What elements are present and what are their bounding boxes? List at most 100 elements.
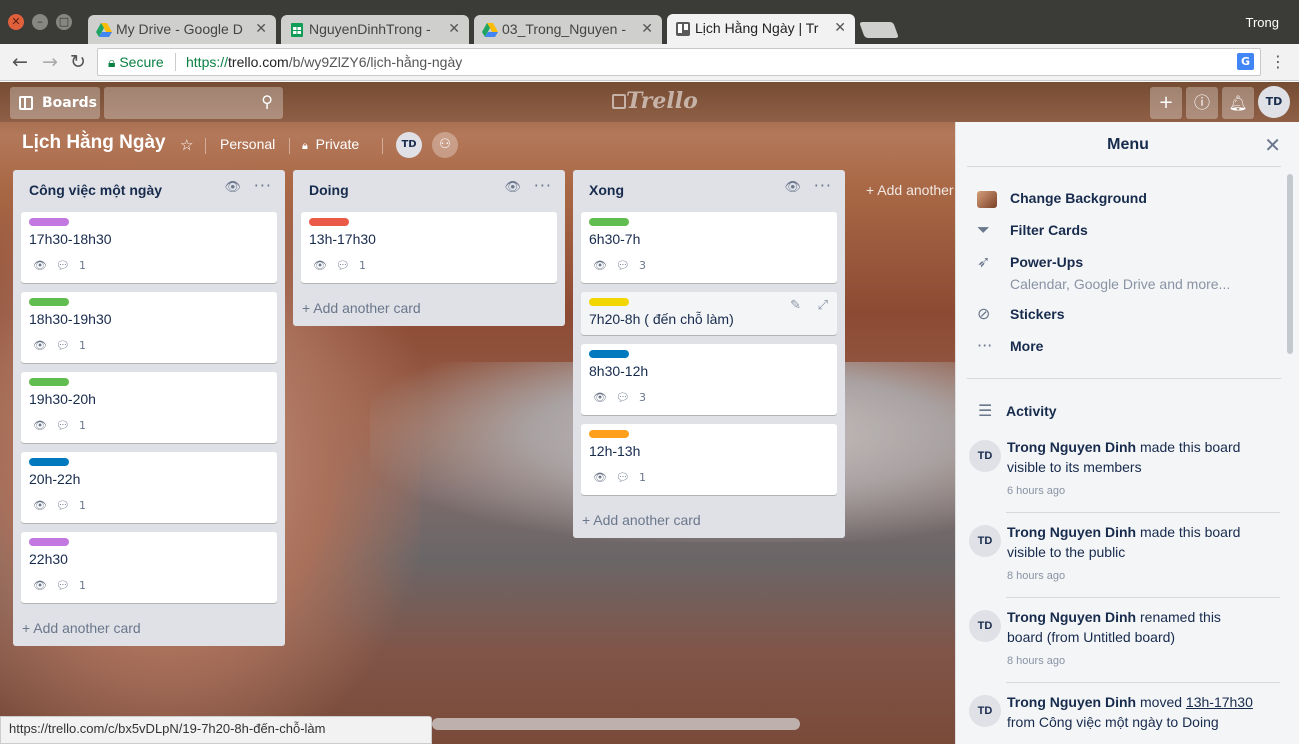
filter-icon: ⏷ (977, 220, 990, 239)
card[interactable]: 8h30-12h 👁︎ 💬︎ 3 (581, 344, 837, 415)
member-avatar[interactable]: TD (969, 440, 1001, 472)
visibility-button[interactable]: 🔒︎ Private (302, 136, 359, 153)
card-hovered[interactable]: 7h20-8h ( đến chỗ làm) ✎ ⤢ (581, 292, 837, 335)
search-input[interactable]: ⚲ (104, 87, 283, 119)
list-xong[interactable]: Xong 👁︎ ··· 6h30-7h 👁︎ 💬︎ 3 7h20-8h ( đến … (573, 170, 845, 538)
comment-icon: 💬︎ (615, 391, 630, 404)
more-button[interactable]: More (1010, 338, 1043, 354)
card[interactable]: 6h30-7h 👁︎ 💬︎ 3 (581, 212, 837, 283)
eye-icon: 👁︎ (33, 579, 47, 592)
board-canvas: Boards ⚲ Trello + ⓘ 🔔︎ TD Lịch Hằng Ngày… (0, 82, 1299, 744)
list-doing[interactable]: Doing 👁︎ ··· 13h-17h30 👁︎ 💬︎ 1 + Add anoth… (293, 170, 565, 326)
card[interactable]: 20h-22h 👁︎ 💬︎ 1 (21, 452, 277, 523)
list-cong-viec[interactable]: Công việc một ngày 👁︎ ··· 17h30-18h30 👁︎… (13, 170, 285, 646)
list-menu-icon[interactable]: ··· (254, 176, 272, 195)
search-icon[interactable]: ⚲ (261, 92, 273, 111)
info-icon[interactable]: ⓘ (1186, 87, 1218, 119)
background-thumbnail-icon (977, 191, 997, 208)
user-avatar[interactable]: TD (1258, 86, 1290, 118)
tab-my-drive[interactable]: My Drive - Google D ✕ (88, 15, 276, 44)
card-title: 8h30-12h (589, 363, 649, 379)
card[interactable]: 17h30-18h30 👁︎ 💬︎ 1 (21, 212, 277, 283)
comment-icon: 💬︎ (55, 419, 70, 432)
close-tab-icon[interactable]: ✕ (834, 19, 846, 36)
card-badges: 👁︎ 💬︎ 1 (33, 259, 95, 272)
activity-time[interactable]: 8 hours ago (1007, 570, 1065, 582)
card-label (589, 218, 629, 226)
card[interactable]: 12h-13h 👁︎ 💬︎ 1 (581, 424, 837, 495)
comment-count: 1 (78, 579, 86, 592)
invite-member-icon[interactable]: ⚇ (432, 132, 458, 158)
tab-drive-folder[interactable]: 03_Trong_Nguyen - ✕ (474, 15, 662, 44)
list-title[interactable]: Doing (309, 182, 349, 198)
create-plus-icon[interactable]: + (1150, 87, 1182, 119)
comment-icon: 💬︎ (55, 259, 70, 272)
star-board-icon[interactable]: ☆ (180, 136, 193, 154)
browser-tab-strip: ✕ – □ My Drive - Google D ✕ NguyenDinhTr… (0, 0, 1299, 44)
card-title: 17h30-18h30 (29, 231, 112, 247)
activity-text: Trong Nguyen Dinh made this board visible… (1007, 524, 1241, 560)
maximize-window-icon[interactable]: □ (56, 14, 72, 30)
forward-arrow-icon[interactable]: → (42, 52, 58, 72)
card[interactable]: 22h30 👁︎ 💬︎ 1 (21, 532, 277, 603)
add-card-button[interactable]: + Add another card (22, 620, 141, 636)
power-ups-button[interactable]: Power-Ups (1010, 254, 1083, 270)
back-arrow-icon[interactable]: ← (12, 52, 28, 72)
card-title: 12h-13h (589, 443, 641, 459)
tab-sheet[interactable]: NguyenDinhTrong - ✕ (281, 15, 469, 44)
add-card-button[interactable]: + Add another card (302, 300, 421, 316)
member-avatar[interactable]: TD (396, 132, 422, 158)
stickers-button[interactable]: Stickers (1010, 306, 1064, 322)
horizontal-scrollbar[interactable] (432, 718, 800, 730)
boards-button[interactable]: Boards (10, 87, 100, 119)
filter-cards-button[interactable]: Filter Cards (1010, 222, 1088, 238)
expand-icon[interactable]: ⤢ (818, 298, 828, 313)
card[interactable]: 19h30-20h 👁︎ 💬︎ 1 (21, 372, 277, 443)
card-link[interactable]: 13h-17h30 (1186, 694, 1253, 710)
menu-scrollbar[interactable] (1287, 174, 1293, 354)
tab-trello-active[interactable]: Lịch Hằng Ngày | Tr ✕ (667, 14, 855, 44)
change-background-button[interactable]: Change Background (1010, 190, 1147, 206)
team-button[interactable]: Personal (220, 136, 275, 152)
chrome-menu-icon[interactable]: ⋮ (1270, 52, 1286, 72)
member-avatar[interactable]: TD (969, 695, 1001, 727)
comment-count: 1 (78, 339, 86, 352)
list-title[interactable]: Công việc một ngày (29, 182, 162, 198)
trello-logo[interactable]: Trello (612, 88, 698, 114)
reload-icon[interactable]: ↻ (70, 52, 86, 72)
add-card-button[interactable]: + Add another card (582, 512, 701, 528)
comment-count: 1 (78, 259, 86, 272)
close-icon[interactable]: ✕ (1264, 133, 1281, 157)
list-menu-icon[interactable]: ··· (534, 176, 552, 195)
secure-indicator[interactable]: 🔒︎ Secure (108, 54, 164, 71)
close-tab-icon[interactable]: ✕ (448, 20, 460, 37)
divider (967, 166, 1281, 167)
activity-time[interactable]: 8 hours ago (1007, 655, 1065, 667)
watch-eye-icon: 👁︎ (504, 180, 521, 195)
card-title: 7h20-8h ( đến chỗ làm) (589, 311, 734, 327)
close-tab-icon[interactable]: ✕ (255, 20, 267, 37)
card-title: 20h-22h (29, 471, 81, 487)
sticker-icon: ⊘ (977, 304, 991, 323)
address-bar[interactable]: 🔒︎ Secure https://trello.com/b/wy9ZlZY6/… (97, 48, 1261, 76)
edit-pencil-icon[interactable]: ✎ (790, 298, 801, 313)
card[interactable]: 13h-17h30 👁︎ 💬︎ 1 (301, 212, 557, 283)
notification-bell-icon[interactable]: 🔔︎ (1222, 87, 1254, 119)
board-title[interactable]: Lịch Hằng Ngày (22, 132, 166, 154)
activity-list-icon: ☰ (978, 401, 993, 420)
close-tab-icon[interactable]: ✕ (641, 20, 653, 37)
activity-time[interactable]: 6 hours ago (1007, 485, 1065, 497)
member-avatar[interactable]: TD (969, 610, 1001, 642)
new-tab-button[interactable] (859, 22, 899, 38)
close-window-icon[interactable]: ✕ (8, 14, 24, 30)
list-title[interactable]: Xong (589, 182, 624, 198)
divider (1006, 597, 1280, 598)
minimize-window-icon[interactable]: – (32, 14, 48, 30)
translate-extension-icon[interactable]: G (1237, 53, 1254, 70)
status-bar-url: https://trello.com/c/bx5vDLpN/19-7h20-8h… (0, 716, 432, 744)
lock-icon: 🔒︎ (108, 54, 116, 70)
card-label (589, 350, 629, 358)
list-menu-icon[interactable]: ··· (814, 176, 832, 195)
card[interactable]: 18h30-19h30 👁︎ 💬︎ 1 (21, 292, 277, 363)
member-avatar[interactable]: TD (969, 525, 1001, 557)
